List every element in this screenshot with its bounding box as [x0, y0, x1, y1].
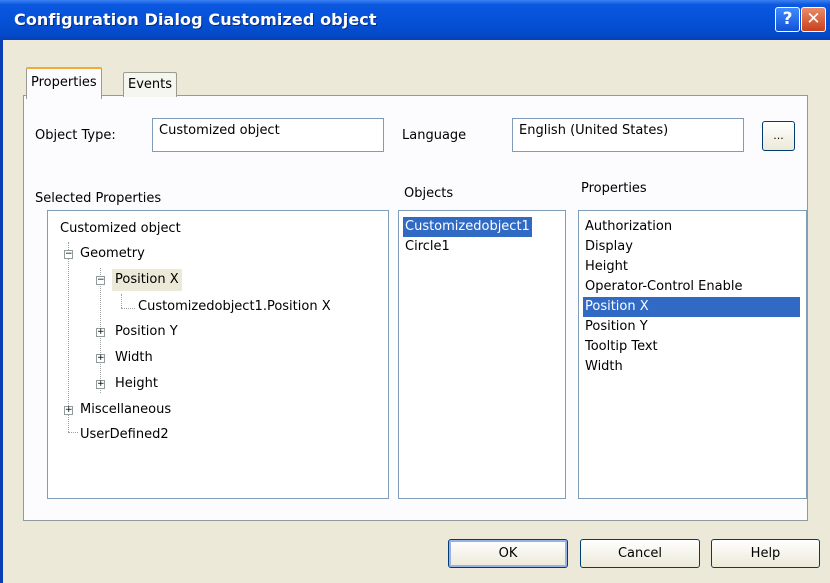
tree-node-miscellaneous[interactable]: Miscellaneous	[80, 399, 171, 421]
window-border	[0, 40, 3, 583]
list-item[interactable]: Position X	[583, 297, 800, 317]
list-item[interactable]: Operator-Control Enable	[583, 277, 744, 297]
tree-node-position-x[interactable]: Position X	[112, 269, 182, 291]
collapse-icon[interactable]: −	[96, 276, 105, 285]
list-item[interactable]: Height	[583, 257, 630, 277]
expand-icon[interactable]: +	[96, 354, 105, 363]
tab-events[interactable]: Events	[123, 72, 178, 97]
list-item[interactable]: Width	[583, 357, 625, 377]
objects-list[interactable]: Customizedobject1 Circle1	[398, 210, 566, 499]
object-type-field[interactable]: Customized object	[152, 118, 384, 152]
list-item[interactable]: Tooltip Text	[583, 337, 660, 357]
selected-properties-header: Selected Properties	[35, 191, 162, 206]
expand-icon[interactable]: +	[96, 328, 105, 337]
tree-node-position-y[interactable]: Position Y	[115, 321, 178, 343]
expand-icon[interactable]: +	[96, 380, 105, 389]
tree-line	[68, 432, 78, 433]
collapse-icon[interactable]: −	[64, 250, 73, 259]
list-item[interactable]: Position Y	[583, 317, 650, 337]
tree-node-height[interactable]: Height	[115, 373, 158, 395]
language-browse-button[interactable]: ...	[762, 121, 795, 151]
tree-node-userdefined2[interactable]: UserDefined2	[80, 424, 169, 446]
properties-list[interactable]: Authorization Display Height Operator-Co…	[578, 210, 807, 499]
ok-button[interactable]: OK	[448, 539, 568, 568]
title-bar[interactable]: Configuration Dialog Customized object ?…	[0, 0, 830, 40]
tree-line	[68, 242, 69, 432]
help-icon[interactable]: ?	[775, 7, 800, 32]
help-button[interactable]: Help	[711, 539, 820, 568]
expand-icon[interactable]: +	[64, 406, 73, 415]
selected-properties-tree[interactable]: Customized object − Geometry − Position …	[47, 210, 389, 499]
tree-node-customizedobject1-position-x[interactable]: Customizedobject1.Position X	[138, 296, 331, 318]
objects-header: Objects	[404, 186, 454, 201]
object-type-label: Object Type:	[35, 128, 116, 143]
configuration-dialog: Configuration Dialog Customized object ?…	[0, 0, 830, 583]
language-label: Language	[402, 128, 467, 143]
cancel-button[interactable]: Cancel	[580, 539, 700, 568]
window-title: Configuration Dialog Customized object	[14, 10, 377, 29]
tree-node-customized-object[interactable]: Customized object	[60, 218, 181, 240]
tree-line	[121, 294, 122, 308]
tree-line	[121, 308, 135, 309]
close-icon[interactable]: ✕	[801, 7, 826, 32]
language-field[interactable]: English (United States)	[512, 118, 744, 152]
list-item[interactable]: Circle1	[403, 237, 452, 257]
tree-node-geometry[interactable]: Geometry	[80, 243, 145, 265]
properties-header: Properties	[581, 181, 647, 196]
tab-properties[interactable]: Properties	[26, 67, 102, 99]
list-item[interactable]: Customizedobject1	[403, 217, 532, 237]
list-item[interactable]: Display	[583, 237, 635, 257]
tree-node-width[interactable]: Width	[115, 347, 153, 369]
list-item[interactable]: Authorization	[583, 217, 674, 237]
